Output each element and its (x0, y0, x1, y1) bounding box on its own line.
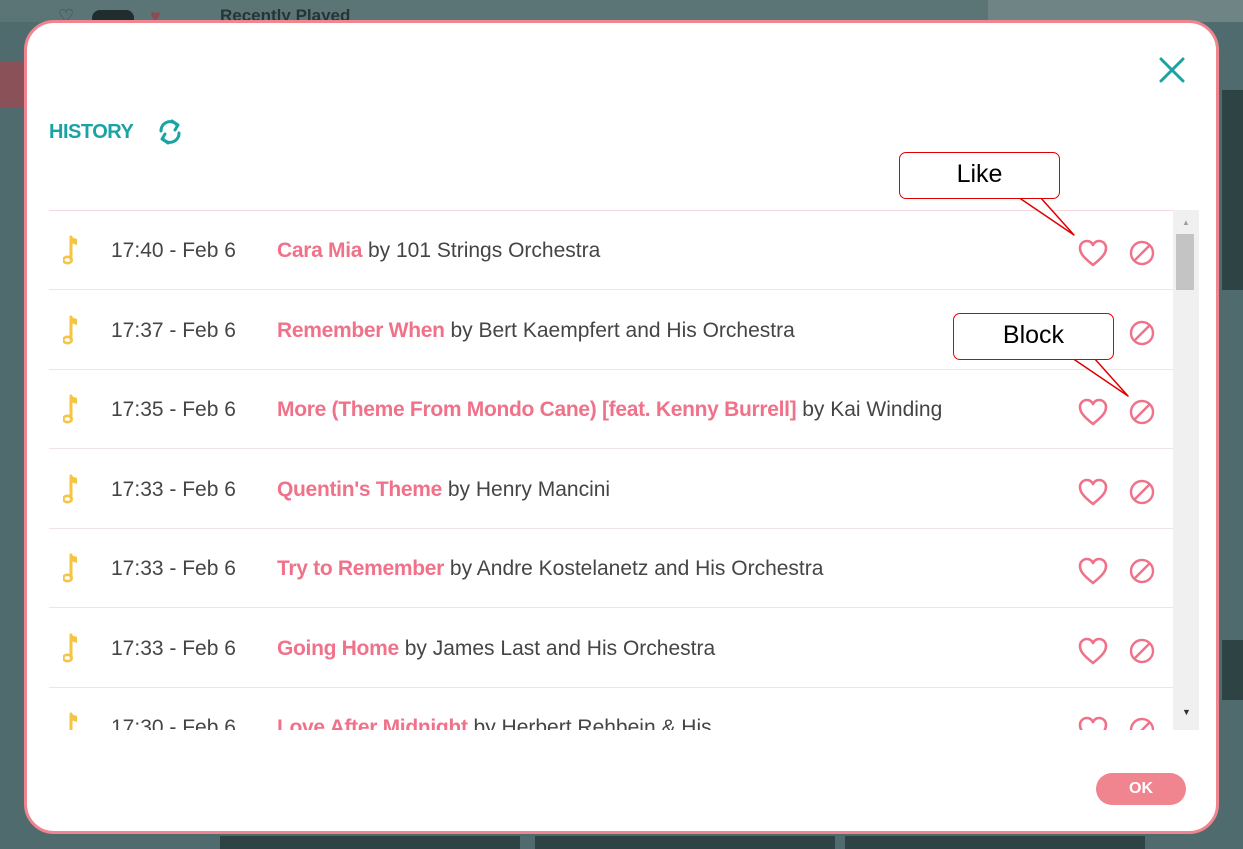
play-time: 17:33 - Feb 6 (111, 557, 236, 580)
song-info: Going Home by James Last and His Orchest… (277, 609, 715, 688)
play-time: 17:33 - Feb 6 (111, 477, 236, 501)
ok-button[interactable]: OK (1096, 773, 1186, 805)
scroll-up-arrow-icon[interactable]: ▲ (1182, 218, 1190, 227)
music-note-icon (63, 553, 77, 583)
song-artist: by 101 Strings Orchestra (367, 239, 601, 262)
heart-icon[interactable] (1077, 715, 1109, 730)
song-artist: by Bert Kaempfert and His Orchestra (450, 318, 795, 342)
song-title-link[interactable]: Going Home (277, 637, 399, 660)
heart-icon[interactable] (1077, 397, 1109, 427)
play-time: 17:30 - Feb 6 (111, 716, 236, 730)
music-note-icon (69, 712, 77, 730)
history-row: 17:30 - Feb 6 Love After Midnight by Herb… (49, 688, 1173, 730)
music-note-icon (63, 633, 77, 662)
history-title: HISTORY (49, 120, 134, 143)
background-tile (1222, 640, 1243, 700)
close-icon[interactable] (1156, 54, 1188, 86)
background-tile (1222, 90, 1243, 290)
background-tile (220, 836, 520, 849)
play-time: 17:40 - Feb 6 (111, 239, 236, 262)
background-sidebar-accent (0, 62, 26, 108)
background-tile (845, 836, 1145, 849)
song-info: Cara Mia by 101 Strings Orchestra (277, 211, 600, 290)
block-icon[interactable] (1128, 716, 1156, 730)
song-info: Quentin's Theme by Henry Mancini (277, 450, 610, 529)
music-note-icon (63, 315, 77, 344)
history-row: 17:40 - Feb 6 Cara Mia by 101 Strings Orc… (49, 211, 1173, 290)
song-artist: by James Last and His Orchestra (404, 636, 716, 660)
song-info: Love After Midnight by Herbert Rehbein &… (277, 688, 712, 730)
history-list: 17:40 - Feb 6 Cara Mia by 101 Strings Orc… (49, 210, 1199, 730)
song-title-link[interactable]: More (Theme From Mondo Cane) [feat. Kenn… (277, 398, 797, 421)
history-row: 17:33 - Feb 6 Try to Remember by Andre Ko… (49, 529, 1173, 608)
history-header: HISTORY (49, 117, 185, 147)
block-icon[interactable] (1128, 319, 1156, 347)
heart-icon[interactable] (1077, 238, 1109, 268)
song-title-link[interactable]: Remember When (277, 319, 445, 342)
block-callout: Block (953, 313, 1114, 360)
song-artist: by Herbert Rehbein & His (473, 716, 712, 730)
background-search (988, 0, 1243, 22)
song-title-link[interactable]: Cara Mia (277, 239, 362, 262)
refresh-icon[interactable] (155, 117, 185, 147)
history-row: 17:33 - Feb 6 Going Home by James Last an… (49, 609, 1173, 688)
play-time: 17:37 - Feb 6 (111, 318, 236, 342)
background-tile (535, 836, 835, 849)
song-info: Remember When by Bert Kaempfert and His … (277, 291, 795, 370)
song-info: Try to Remember by Andre Kostelanetz and… (277, 529, 823, 608)
song-artist: by Andre Kostelanetz and His Orchestra (449, 557, 824, 580)
scrollbar-thumb[interactable] (1176, 234, 1194, 290)
song-title-link[interactable]: Quentin's Theme (277, 478, 442, 501)
song-artist: by Kai Winding (802, 398, 943, 421)
heart-icon[interactable] (1077, 636, 1109, 666)
block-icon[interactable] (1128, 478, 1156, 506)
heart-icon[interactable] (1077, 477, 1109, 507)
scrollbar[interactable]: ▲ ▼ (1173, 210, 1199, 730)
block-icon[interactable] (1128, 557, 1156, 585)
song-info: More (Theme From Mondo Cane) [feat. Kenn… (277, 370, 942, 449)
music-note-icon (63, 394, 77, 424)
block-icon[interactable] (1128, 637, 1156, 665)
block-icon[interactable] (1128, 398, 1156, 426)
music-note-icon (63, 235, 77, 265)
history-row: 17:35 - Feb 6 More (Theme From Mondo Cane… (49, 370, 1173, 449)
song-title-link[interactable]: Love After Midnight (277, 716, 468, 730)
history-row: 17:33 - Feb 6 Quentin's Theme by Henry Ma… (49, 450, 1173, 529)
play-time: 17:33 - Feb 6 (111, 636, 236, 660)
block-icon[interactable] (1128, 239, 1156, 267)
song-title-link[interactable]: Try to Remember (277, 557, 444, 580)
song-artist: by Henry Mancini (447, 477, 611, 501)
like-callout: Like (899, 152, 1060, 199)
scroll-down-arrow-icon[interactable]: ▼ (1182, 707, 1191, 717)
heart-icon[interactable] (1077, 556, 1109, 586)
music-note-icon (63, 474, 77, 503)
play-time: 17:35 - Feb 6 (111, 398, 236, 421)
